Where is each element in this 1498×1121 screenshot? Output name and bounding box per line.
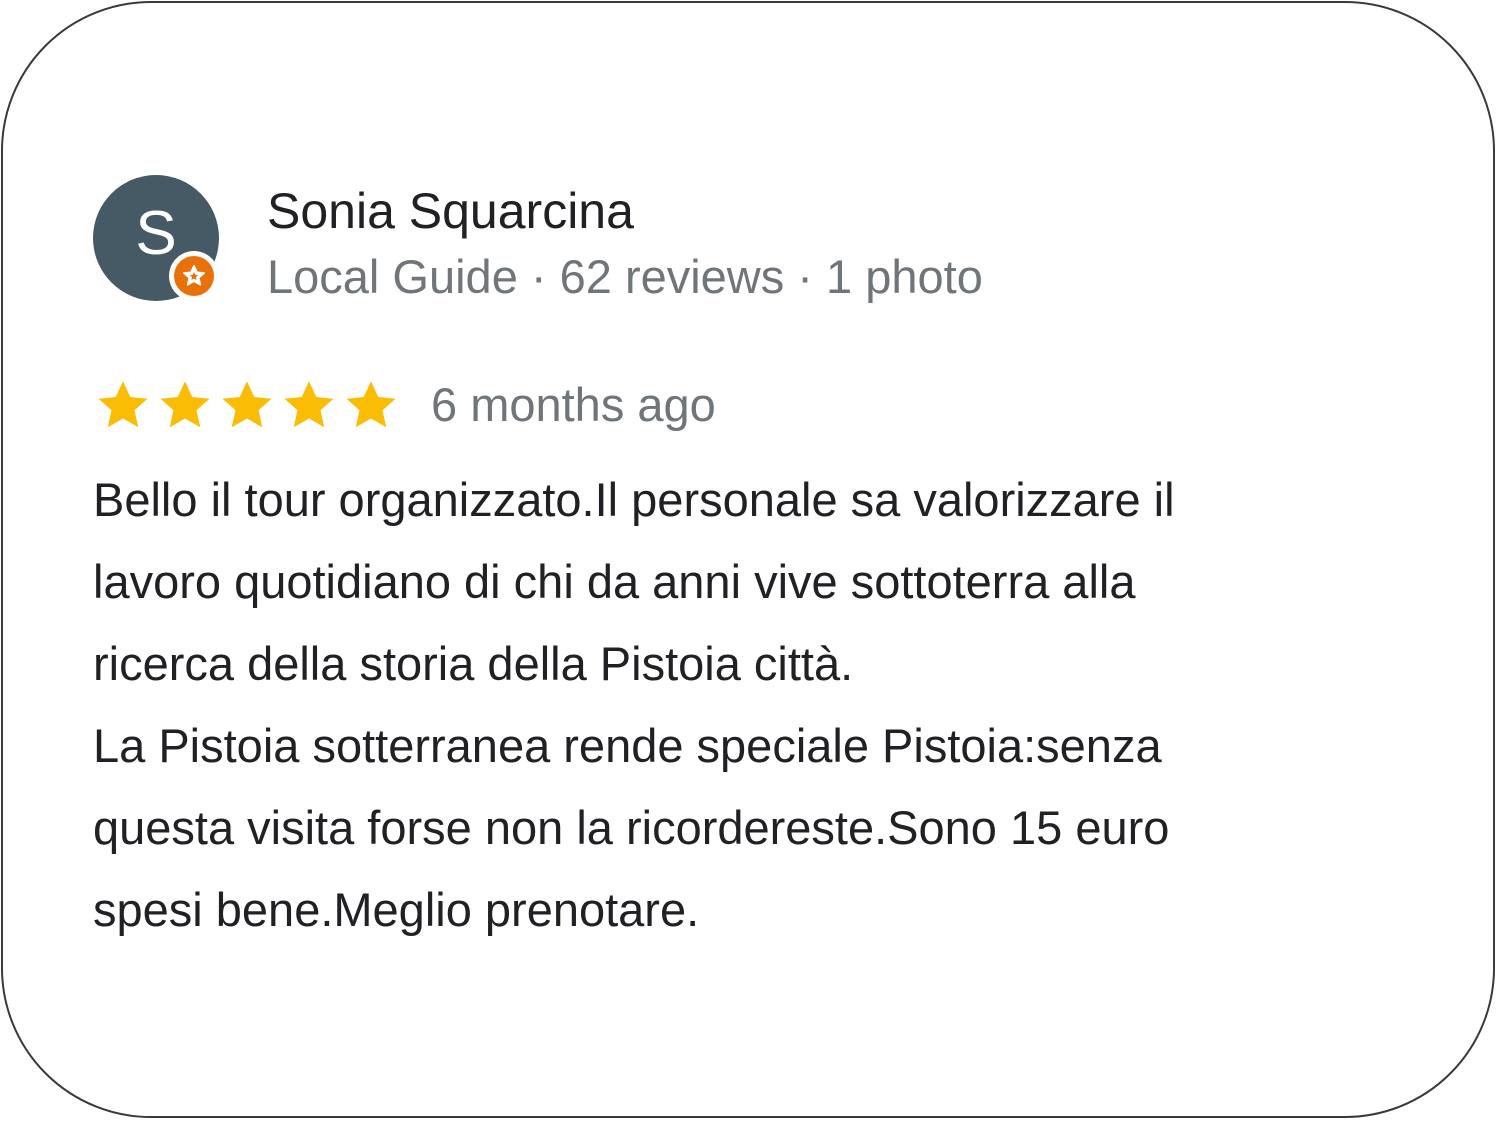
star-icon (98, 381, 148, 428)
star-icon (222, 381, 272, 428)
review-text-line: Bello il tour organizzato.Il personale s… (93, 473, 1175, 526)
review-text-line: La Pistoia sotterranea rende speciale Pi… (93, 719, 1162, 772)
review-time: 6 months ago (431, 378, 716, 431)
review-text-line: lavoro quotidiano di chi da anni vive so… (93, 555, 1136, 608)
local-guide-badge (169, 251, 219, 301)
local-guide-star-icon (174, 256, 214, 296)
review-text-line: ricerca della storia della Pistoia città… (93, 637, 854, 690)
star-icon (346, 381, 396, 428)
reviewer-meta[interactable]: Local Guide · 62 reviews · 1 photo (267, 245, 983, 309)
review-text: Bello il tour organizzato.Il personale s… (93, 459, 1423, 951)
star-rating (93, 375, 401, 435)
star-icon (160, 381, 210, 428)
review-text-line: questa visita forse non la ricordereste.… (93, 801, 1170, 854)
star-icon (284, 381, 334, 428)
reviewer-name[interactable]: Sonia Squarcina (267, 179, 634, 243)
review-card: S Sonia Squarcina Local Guide · 62 revie… (1, 1, 1495, 1118)
review-text-line: spesi bene.Meglio prenotare. (93, 883, 700, 936)
